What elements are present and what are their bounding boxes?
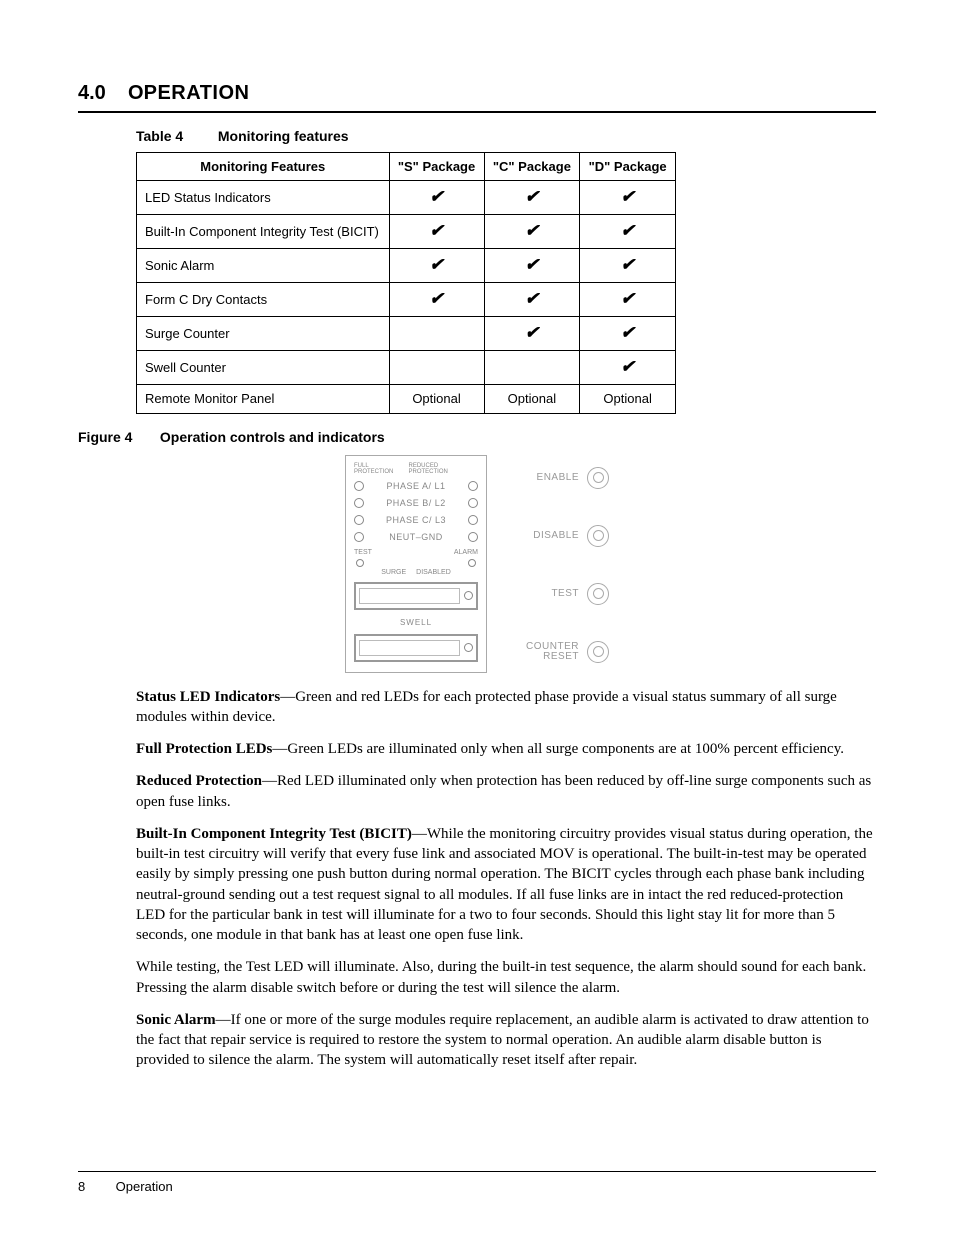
page-footer: 8 Operation [78, 1171, 876, 1196]
table-row: Surge Counter✔✔ [137, 317, 676, 351]
led-icon [464, 643, 473, 652]
led-icon [354, 515, 364, 525]
swell-label: SWELL [352, 618, 480, 629]
disable-button[interactable] [587, 525, 609, 547]
figure-caption: Figure 4 Operation controls and indicato… [78, 428, 876, 447]
test-button[interactable] [587, 583, 609, 605]
monitoring-features-table: Monitoring Features "S" Package "C" Pack… [136, 152, 676, 414]
led-icon [468, 481, 478, 491]
test-btn-label: TEST [551, 589, 579, 599]
term-bicit: Built-In Component Integrity Test (BICIT… [136, 826, 412, 842]
body-text: Status LED Indicators—Green and red LEDs… [136, 687, 876, 1071]
section-number: 4.0 [78, 82, 106, 104]
table-title: Monitoring features [218, 128, 349, 144]
term-full-protection: Full Protection LEDs [136, 741, 272, 757]
counter-reset-button[interactable] [587, 641, 609, 663]
para-bicit-cont: While testing, the Test LED will illumin… [136, 957, 876, 998]
counter-reset-label: COUNTERRESET [526, 642, 579, 662]
figure-title: Operation controls and indicators [160, 429, 385, 445]
enable-label: ENABLE [537, 473, 579, 483]
button-column: ENABLE DISABLE TEST COUNTERRESET [509, 455, 609, 673]
term-status-led: Status LED Indicators [136, 689, 280, 705]
led-icon [356, 559, 364, 567]
table-header-row: Monitoring Features "S" Package "C" Pack… [137, 152, 676, 181]
surge-lcd [354, 582, 478, 610]
footer-section: Operation [116, 1179, 173, 1194]
term-sonic-alarm: Sonic Alarm [136, 1012, 216, 1028]
table-row: Form C Dry Contacts✔✔✔ [137, 283, 676, 317]
led-icon [464, 591, 473, 600]
hdr-full-protection: FULL PROTECTION [354, 463, 409, 475]
table-row: Built-In Component Integrity Test (BICIT… [137, 215, 676, 249]
section-heading: 4.0 OPERATION [78, 80, 876, 113]
hdr-reduced-protection: REDUCED PROTECTION [409, 463, 478, 475]
table-row: LED Status Indicators✔✔✔ [137, 181, 676, 215]
col-features: Monitoring Features [137, 152, 390, 181]
alarm-label: ALARM [454, 548, 478, 557]
table-row: Sonic Alarm✔✔✔ [137, 249, 676, 283]
term-reduced-protection: Reduced Protection [136, 773, 262, 789]
table-row: Swell Counter✔ [137, 351, 676, 385]
led-icon [468, 532, 478, 542]
neut-gnd-label: NEUT–GND [364, 531, 468, 543]
phase-b-label: PHASE B/ L2 [364, 497, 468, 509]
led-icon [468, 559, 476, 567]
led-icon [354, 532, 364, 542]
col-d-package: "D" Package [580, 152, 676, 181]
page-number: 8 [78, 1178, 112, 1196]
test-label: TEST [354, 548, 372, 557]
enable-button[interactable] [587, 467, 609, 489]
section-title: OPERATION [128, 82, 249, 104]
disable-label: DISABLE [533, 531, 579, 541]
phase-c-label: PHASE C/ L3 [364, 514, 468, 526]
col-c-package: "C" Package [484, 152, 580, 181]
disabled-label: DISABLED [416, 568, 451, 577]
led-icon [354, 498, 364, 508]
swell-lcd [354, 634, 478, 662]
figure-4: FULL PROTECTION REDUCED PROTECTION PHASE… [78, 455, 876, 673]
phase-a-label: PHASE A/ L1 [364, 480, 468, 492]
col-s-package: "S" Package [389, 152, 484, 181]
table-label: Table 4 [136, 127, 214, 146]
figure-label: Figure 4 [78, 428, 156, 447]
table-row: Remote Monitor PanelOptionalOptionalOpti… [137, 385, 676, 414]
led-icon [354, 481, 364, 491]
indicator-panel: FULL PROTECTION REDUCED PROTECTION PHASE… [345, 455, 487, 673]
led-icon [468, 515, 478, 525]
led-icon [468, 498, 478, 508]
table-caption: Table 4 Monitoring features [136, 127, 876, 146]
surge-label: SURGE [381, 568, 406, 577]
